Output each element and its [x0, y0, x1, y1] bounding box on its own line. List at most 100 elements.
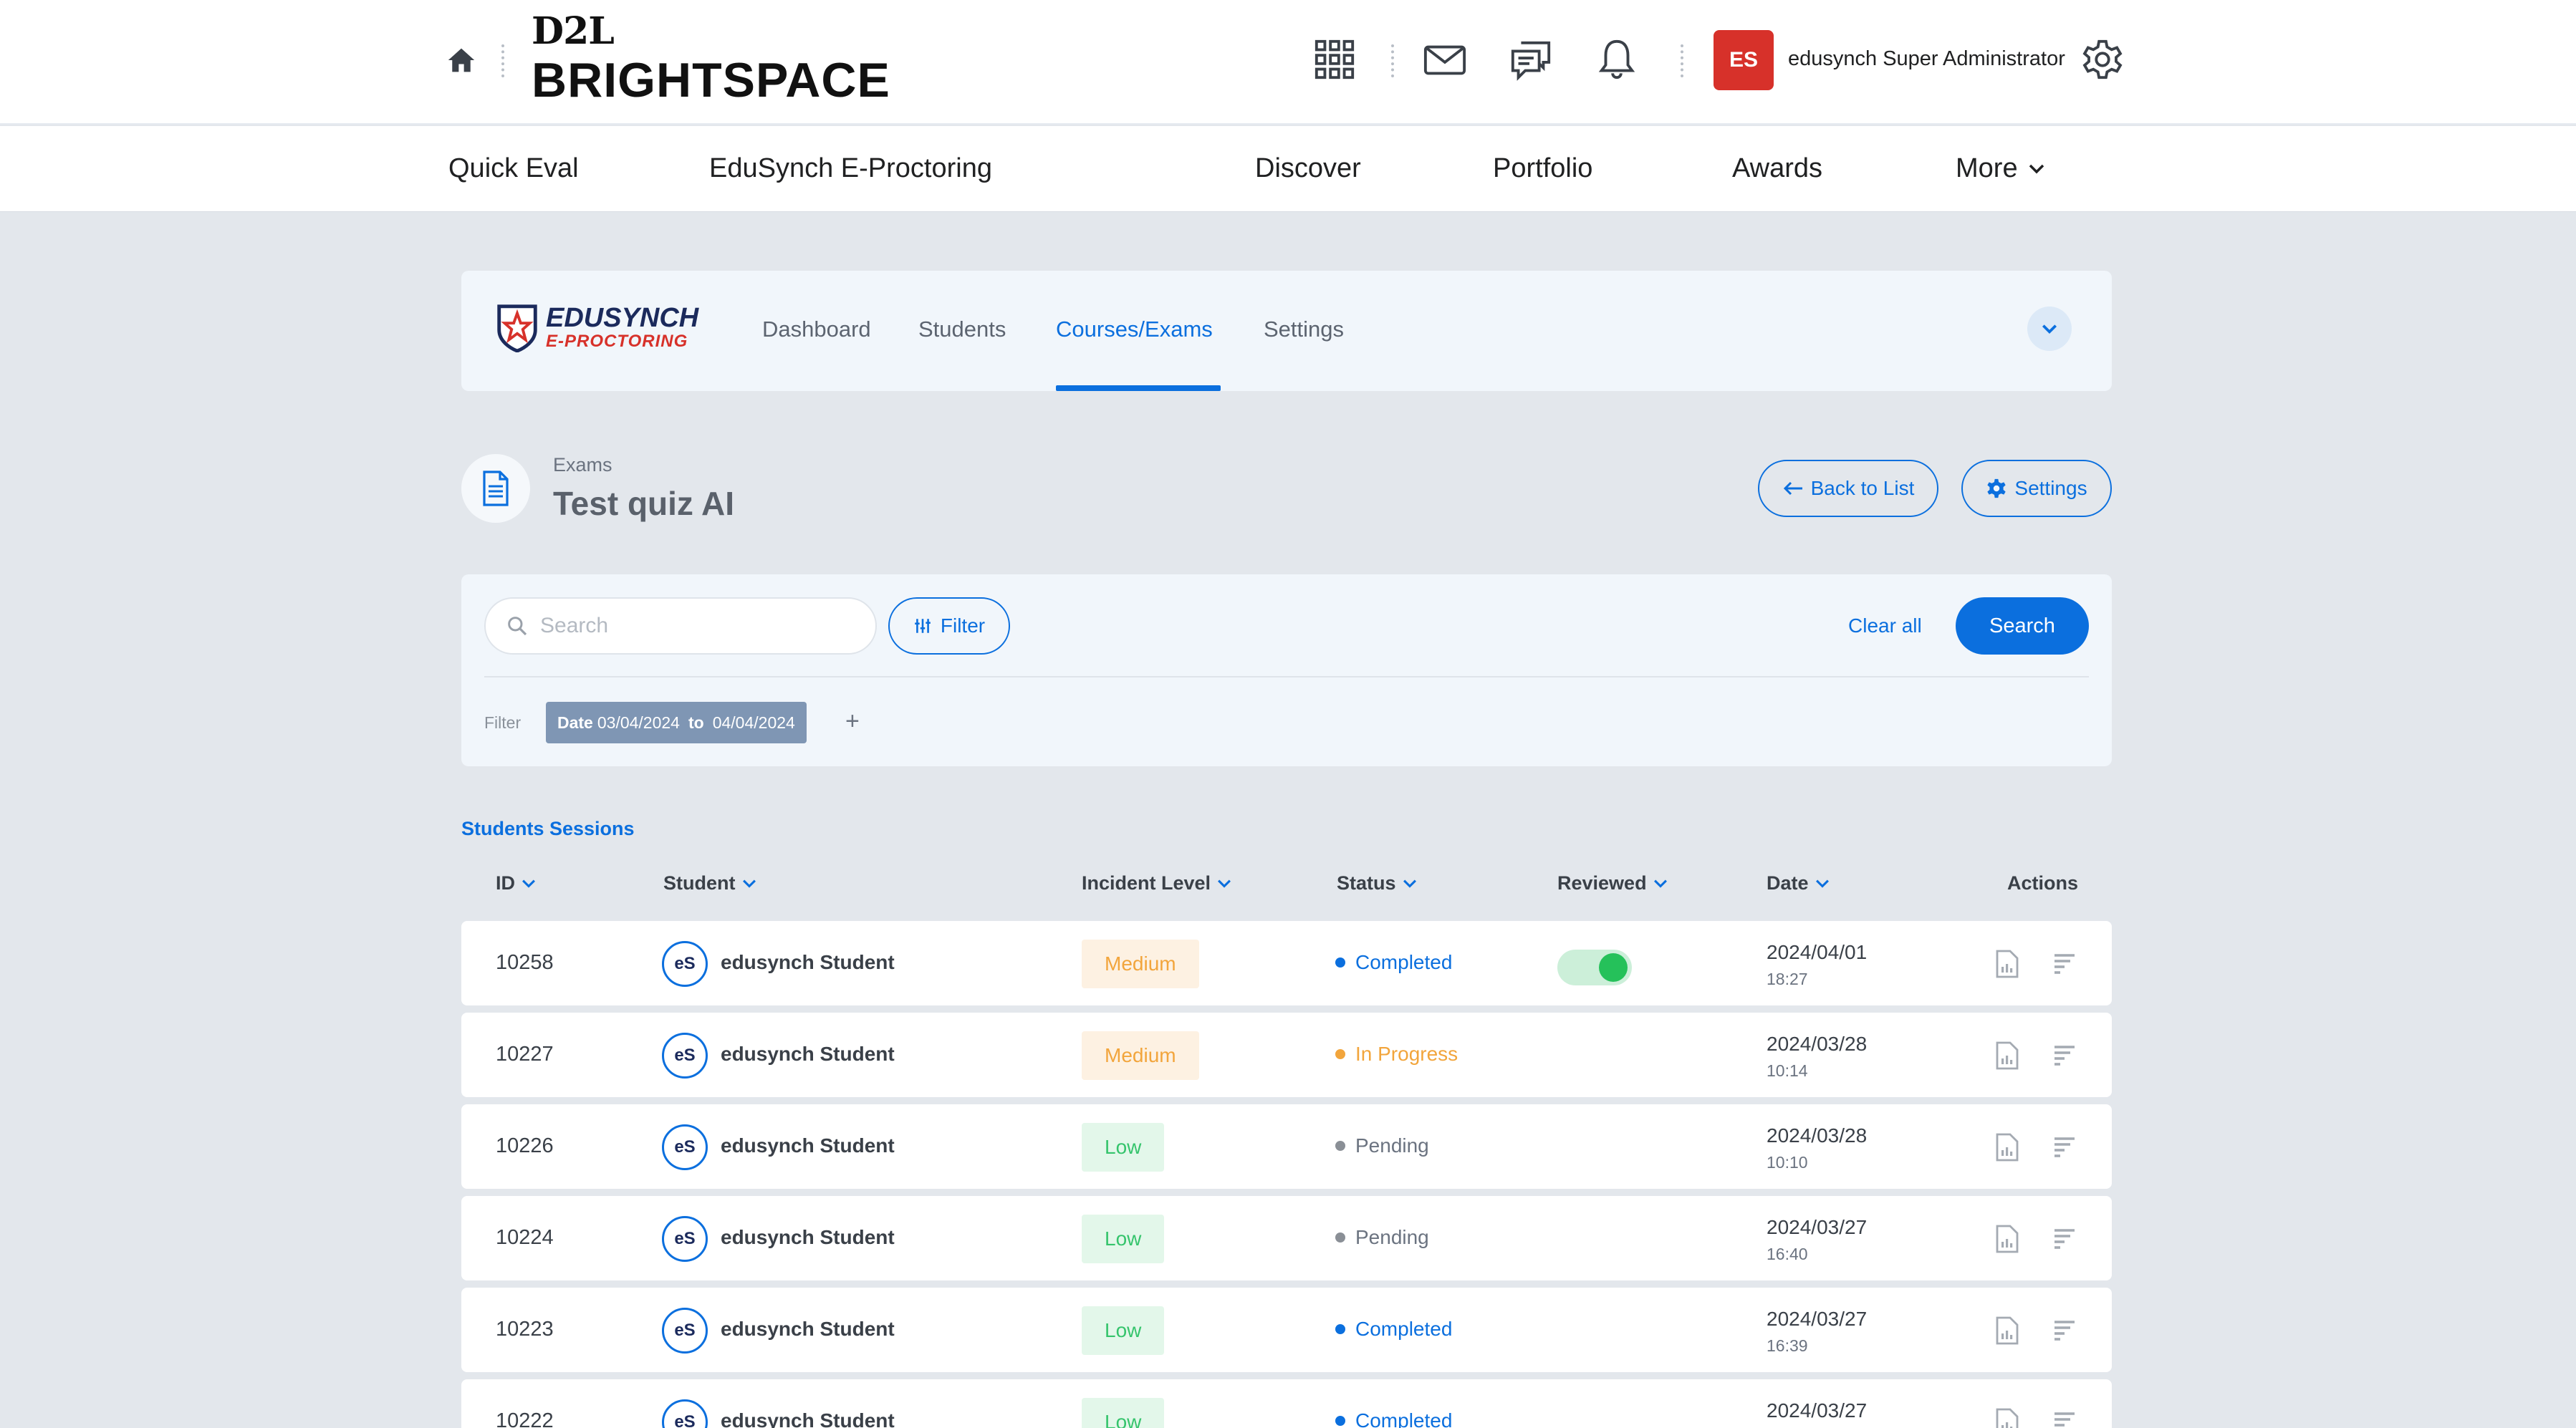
status: In Progress: [1335, 1043, 1458, 1066]
col-header-date[interactable]: Date: [1767, 872, 1830, 894]
collapse-button[interactable]: [2027, 307, 2072, 351]
search-button[interactable]: Search: [1956, 597, 2089, 655]
status: Completed: [1335, 951, 1452, 974]
table-row[interactable]: 10222 eS edusynch Student Low Completed …: [461, 1379, 2112, 1428]
nav-portfolio[interactable]: Portfolio: [1493, 153, 1592, 184]
table-row[interactable]: 10224 eS edusynch Student Low Pending 20…: [461, 1196, 2112, 1280]
student-name[interactable]: edusynch Student: [721, 1043, 895, 1066]
chevron-down-icon: [742, 879, 756, 888]
details-list-icon[interactable]: [2053, 1411, 2076, 1428]
edusynch-sub: E-PROCTORING: [546, 332, 688, 351]
details-list-icon[interactable]: [2053, 1227, 2076, 1250]
row-id: 10258: [496, 951, 554, 974]
search-icon: [508, 617, 527, 636]
report-icon[interactable]: [1996, 1041, 2019, 1070]
settings-button[interactable]: Settings: [1961, 460, 2112, 517]
status-text: In Progress: [1355, 1043, 1458, 1065]
logo-brightspace: BRIGHTSPACE: [532, 53, 890, 107]
student-name[interactable]: edusynch Student: [721, 1134, 895, 1157]
active-filters-label: Filter: [484, 713, 522, 732]
table-row[interactable]: 10223 eS edusynch Student Low Completed …: [461, 1288, 2112, 1372]
session-date: 2024/04/01: [1767, 941, 1868, 963]
incident-badge: Low: [1082, 1306, 1165, 1355]
nav-edusynch-eproctoring[interactable]: EduSynch E-Proctoring: [709, 153, 992, 184]
top-bar: D2L BRIGHTSPACE ES edusynch Super Admini…: [0, 0, 2576, 125]
tab-courses-exams[interactable]: Courses/Exams: [1056, 317, 1213, 342]
arrow-left-icon: [1783, 481, 1802, 496]
nav-quick-eval[interactable]: Quick Eval: [448, 153, 579, 184]
col-header-label: Student: [663, 872, 736, 894]
col-header-incident-level[interactable]: Incident Level: [1082, 872, 1232, 894]
add-filter-button[interactable]: +: [845, 708, 860, 735]
chat-icon[interactable]: [1509, 37, 1553, 82]
report-icon[interactable]: [1996, 1133, 2019, 1162]
status: Completed: [1335, 1318, 1452, 1341]
home-icon[interactable]: [446, 46, 477, 74]
search-panel: Search Filter Clear all Search Filter Da…: [461, 574, 2112, 766]
chevron-down-icon: [1218, 879, 1231, 888]
user-avatar[interactable]: ES: [1714, 30, 1774, 90]
document-icon: [483, 471, 509, 506]
col-header-id[interactable]: ID: [496, 872, 537, 894]
report-icon[interactable]: [1996, 1408, 2019, 1428]
col-header-label: Reviewed: [1557, 872, 1647, 894]
report-icon[interactable]: [1996, 1316, 2019, 1345]
back-to-list-button[interactable]: Back to List: [1758, 460, 1938, 517]
nav-more[interactable]: More: [1956, 153, 2045, 184]
sessions-title: Students Sessions: [461, 818, 635, 839]
incident-badge: Medium: [1082, 940, 1199, 988]
table-row[interactable]: 10226 eS edusynch Student Low Pending 20…: [461, 1104, 2112, 1189]
user-name[interactable]: edusynch Super Administrator: [1788, 47, 2065, 71]
chip-label: Date: [557, 713, 593, 732]
student-avatar: eS: [662, 1033, 708, 1079]
status-dot: [1335, 1324, 1345, 1334]
status-dot: [1335, 1232, 1345, 1243]
table-row[interactable]: 10227 eS edusynch Student Medium In Prog…: [461, 1013, 2112, 1097]
chevron-down-icon: [1653, 879, 1667, 888]
clear-all-link[interactable]: Clear all: [1848, 614, 1922, 637]
breadcrumb[interactable]: Exams: [553, 454, 612, 476]
student-name[interactable]: edusynch Student: [721, 1409, 895, 1428]
brightspace-logo[interactable]: D2L BRIGHTSPACE: [532, 10, 890, 108]
edusynch-brand: EDUSYNCH: [546, 303, 699, 333]
search-placeholder: Search: [540, 614, 609, 637]
tab-settings[interactable]: Settings: [1264, 317, 1344, 342]
filter-button[interactable]: Filter: [888, 597, 1010, 655]
student-name[interactable]: edusynch Student: [721, 951, 895, 974]
student-name[interactable]: edusynch Student: [721, 1318, 895, 1341]
chevron-down-icon: [1815, 879, 1829, 888]
nav-awards[interactable]: Awards: [1732, 153, 1822, 184]
session-time: 16:40: [1767, 1245, 1808, 1263]
details-list-icon[interactable]: [2053, 952, 2076, 975]
details-list-icon[interactable]: [2053, 1136, 2076, 1159]
reviewed-toggle[interactable]: [1557, 950, 1632, 985]
details-list-icon[interactable]: [2053, 1319, 2076, 1342]
tab-students[interactable]: Students: [918, 317, 1006, 342]
report-icon[interactable]: [1996, 1225, 2019, 1253]
student-name[interactable]: edusynch Student: [721, 1226, 895, 1249]
student-avatar: eS: [662, 1399, 708, 1428]
chevron-down-icon: [1403, 879, 1416, 888]
nav-discover[interactable]: Discover: [1255, 153, 1361, 184]
search-input[interactable]: Search: [484, 597, 877, 655]
col-header-label: Status: [1337, 872, 1396, 894]
sliders-icon: [915, 619, 931, 633]
col-header-label: Actions: [2007, 872, 2079, 894]
col-header-status[interactable]: Status: [1337, 872, 1418, 894]
chevron-down-icon: [522, 879, 535, 888]
report-icon[interactable]: [1996, 950, 2019, 978]
chip-from: 03/04/2024: [597, 713, 680, 732]
gear-icon[interactable]: [2080, 37, 2125, 82]
date-filter-chip[interactable]: Date 03/04/2024 to 04/04/2024: [546, 702, 807, 743]
mail-icon[interactable]: [1423, 37, 1467, 82]
tab-dashboard[interactable]: Dashboard: [762, 317, 871, 342]
session-time: 10:14: [1767, 1061, 1808, 1080]
incident-badge: Low: [1082, 1123, 1165, 1172]
col-header-student[interactable]: Student: [663, 872, 757, 894]
apps-grid-icon[interactable]: [1312, 37, 1357, 82]
table-row[interactable]: 10258 eS edusynch Student Medium Complet…: [461, 921, 2112, 1005]
row-id: 10224: [496, 1226, 554, 1249]
col-header-reviewed[interactable]: Reviewed: [1557, 872, 1668, 894]
details-list-icon[interactable]: [2053, 1044, 2076, 1067]
bell-icon[interactable]: [1595, 37, 1639, 82]
